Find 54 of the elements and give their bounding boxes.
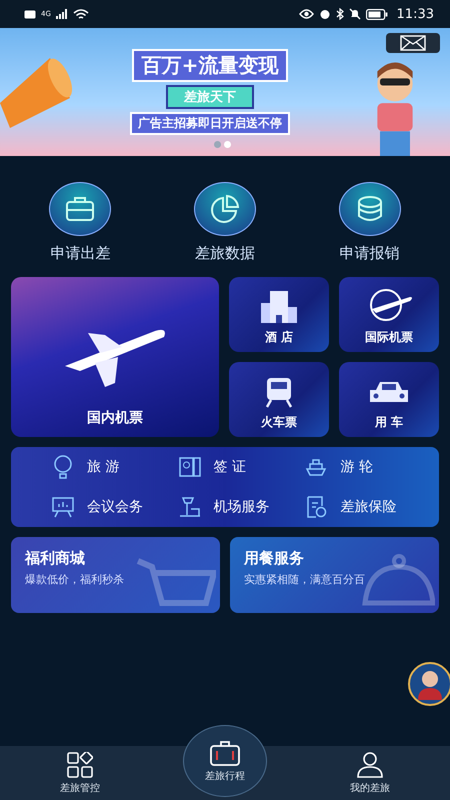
clock-time: 11:33 [396,6,434,22]
grid-icon [67,752,93,778]
promo-card[interactable]: 用餐服务 实惠紧相随，满意百分百 [230,537,439,613]
promo-subtitle: 实惠紧相随，满意百分百 [244,572,366,587]
battery-icon [366,8,388,20]
briefcase-icon [65,196,96,222]
action-label[interactable]: 申请报销 [340,244,400,263]
service-label[interactable]: 旅 游 [87,458,120,476]
service-label[interactable]: 签 证 [214,458,246,476]
carousel-dot[interactable] [214,141,221,148]
eye-icon [298,9,314,19]
envelope-icon [400,35,426,51]
service-tile[interactable]: 用 车 [339,362,439,437]
service-label[interactable]: 差旅保险 [340,498,396,516]
agent-avatar-icon [415,668,445,700]
service-icon[interactable] [51,495,75,519]
tile-label: 酒 店 [264,329,294,346]
carousel-dot[interactable] [224,141,231,148]
pie-chart-icon [210,194,240,224]
service-icon[interactable] [178,495,202,519]
mail-button[interactable] [386,33,440,53]
tile-label: 火车票 [261,414,297,431]
banner-tag: 差旅天下 [166,85,254,109]
promo-card[interactable]: 福利商城 爆款低价，福利秒杀 [11,537,220,613]
promo-subtitle: 爆款低价，福利秒杀 [25,572,125,587]
building-icon [259,289,299,323]
person-icon [357,752,383,778]
service-label[interactable]: 会议会务 [87,498,143,516]
promo-title: 用餐服务 [244,549,305,568]
signal-icon [56,9,68,19]
service-tile[interactable]: 酒 店 [229,277,329,352]
service-tile[interactable]: 国际机票 [339,277,439,352]
action-label[interactable]: 申请出差 [50,244,110,263]
service-label[interactable]: 游 轮 [340,458,373,476]
service-tile[interactable]: 火车票 [229,362,329,437]
suitcase-icon [210,740,240,766]
service-icon[interactable] [178,455,202,479]
domestic-flight-tile[interactable]: 国内机票 [11,277,219,437]
service-label[interactable]: 机场服务 [214,498,270,516]
tile-label: 国内机票 [87,409,143,427]
promo-title: 福利商城 [25,549,86,568]
tile-label: 用 车 [374,414,404,431]
banner-subline: 广告主招募即日开启送不停 [130,112,290,135]
hd-icon [24,10,36,18]
ad-banner[interactable]: 百万+流量变现 差旅天下 广告主招募即日开启送不停 [0,28,450,156]
action-label[interactable]: 差旅数据 [194,244,255,263]
bluetooth-icon [336,8,344,20]
bell-off-icon [348,8,361,20]
nav-tab[interactable]: 差旅管控 [40,752,120,794]
banner-headline: 百万+流量变现 [132,49,288,82]
wifi-icon [72,8,89,20]
support-avatar[interactable] [408,662,450,706]
nav-tab[interactable]: 我的差旅 [330,752,410,794]
tile-label: 国际机票 [365,329,413,346]
